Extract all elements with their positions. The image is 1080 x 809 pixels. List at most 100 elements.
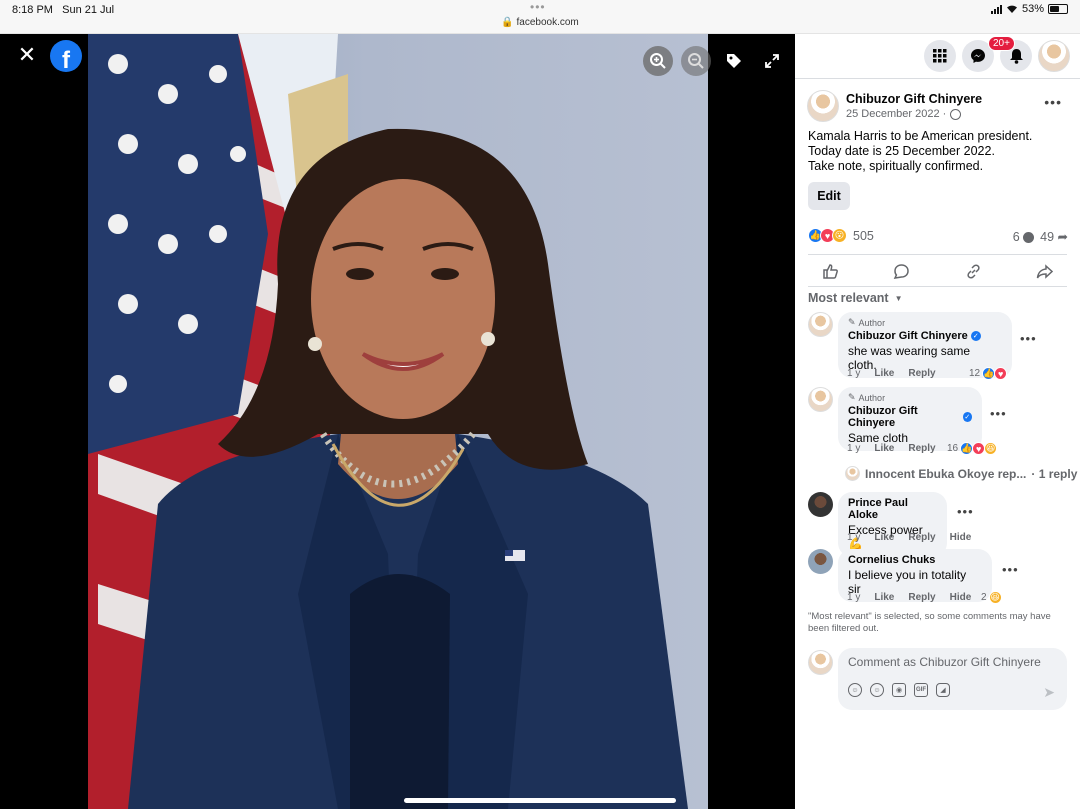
comment-bubble-icon bbox=[1023, 231, 1035, 243]
zoom-in-button[interactable] bbox=[643, 46, 673, 76]
profile-avatar[interactable] bbox=[1038, 40, 1070, 72]
reaction-count: 505 bbox=[853, 228, 874, 243]
tag-icon bbox=[727, 54, 741, 68]
comment-author[interactable]: Cornelius Chuks bbox=[848, 554, 982, 566]
zoom-out-icon bbox=[688, 53, 704, 69]
photo-viewer: ✕ f bbox=[0, 34, 795, 809]
comment-reply-button[interactable]: Reply bbox=[908, 592, 935, 603]
comment-reactions[interactable]: 16 👍 ♥ 😆 bbox=[947, 442, 998, 455]
comment-time: 1 y bbox=[847, 368, 861, 379]
comment-hide-button[interactable]: Hide bbox=[950, 592, 972, 603]
reply-avatar bbox=[845, 466, 860, 481]
post-actions bbox=[795, 256, 1080, 286]
comment-hide-button[interactable]: Hide bbox=[950, 532, 972, 543]
emoji-icon[interactable]: ☺ bbox=[870, 683, 884, 697]
comment-like-button[interactable]: Like bbox=[874, 532, 894, 543]
comment-like-button[interactable]: Like bbox=[874, 592, 894, 603]
messenger-icon bbox=[971, 49, 985, 63]
multitask-dots[interactable]: ••• bbox=[530, 0, 546, 14]
camera-icon[interactable]: ◉ bbox=[892, 683, 906, 697]
post-author-avatar[interactable] bbox=[807, 90, 839, 122]
menu-button[interactable] bbox=[924, 40, 956, 72]
notifications-button[interactable]: 20+ bbox=[988, 36, 1032, 72]
comment-avatar[interactable] bbox=[808, 312, 833, 337]
comment-reply-button[interactable]: Reply bbox=[908, 443, 935, 454]
comment-reactions[interactable]: 12 👍 ♥ bbox=[969, 367, 1008, 380]
post-text-line: Take note, spiritually confirmed. bbox=[808, 159, 984, 173]
comment-avatar[interactable] bbox=[808, 549, 833, 574]
comment-author[interactable]: Chibuzor Gift Chinyere ✓ bbox=[848, 330, 1002, 342]
comment-time: 1 y bbox=[847, 443, 861, 454]
stats-divider bbox=[808, 254, 1067, 255]
share-button[interactable] bbox=[1036, 263, 1053, 280]
fullscreen-button[interactable] bbox=[757, 46, 787, 76]
comment-avatar[interactable] bbox=[808, 387, 833, 412]
avatar-sticker-icon[interactable]: ☺ bbox=[848, 683, 862, 697]
comment-author[interactable]: Prince Paul Aloke bbox=[848, 497, 937, 521]
reaction-summary[interactable]: 👍 ♥ 😮 505 bbox=[808, 228, 874, 243]
menu-grid-icon bbox=[933, 49, 947, 63]
photo[interactable] bbox=[88, 34, 708, 809]
comment-meta: 1 y Like Reply bbox=[847, 368, 936, 379]
filter-note: "Most relevant" is selected, so some com… bbox=[808, 611, 1051, 634]
post-more-button[interactable]: ••• bbox=[1044, 94, 1062, 110]
comment-composer[interactable]: Comment as Chibuzor Gift Chinyere ☺ ☺ ◉ … bbox=[838, 648, 1067, 710]
comment-time: 1 y bbox=[847, 532, 861, 543]
actions-divider bbox=[808, 286, 1067, 287]
notifications-badge: 20+ bbox=[988, 36, 1015, 51]
share-count[interactable]: 49 ➦ bbox=[1040, 229, 1068, 244]
copy-link-button[interactable] bbox=[965, 263, 982, 280]
comment-more-button[interactable]: ••• bbox=[990, 406, 1007, 421]
status-time: 8:18 PM Sun 21 Jul bbox=[12, 4, 115, 16]
status-indicators: 53% bbox=[990, 3, 1068, 15]
wifi-icon bbox=[1006, 5, 1017, 13]
comment-reply-button[interactable]: Reply bbox=[908, 368, 935, 379]
comment-input[interactable]: Comment as Chibuzor Gift Chinyere bbox=[848, 655, 1041, 669]
facebook-logo[interactable]: f bbox=[50, 40, 82, 72]
comment-sort-dropdown[interactable]: Most relevant ▼ bbox=[808, 291, 903, 305]
portrait-illustration bbox=[88, 34, 688, 809]
close-viewer-button[interactable]: ✕ bbox=[12, 40, 42, 70]
edit-button[interactable]: Edit bbox=[808, 182, 850, 210]
gif-icon[interactable]: GIF bbox=[914, 683, 928, 697]
comment-avatar[interactable] bbox=[808, 492, 833, 517]
battery-percent: 53% bbox=[1021, 3, 1044, 15]
home-indicator[interactable] bbox=[404, 798, 676, 803]
post-text-line: Kamala Harris to be American president. bbox=[808, 129, 1033, 143]
composer-avatar[interactable] bbox=[808, 650, 833, 675]
post-stats: 6 49 ➦ bbox=[1013, 229, 1068, 245]
post-date[interactable]: 25 December 2022 · bbox=[846, 108, 962, 120]
header-icons: 20+ bbox=[924, 36, 1070, 72]
love-reaction-icon: ♥ bbox=[994, 367, 1008, 380]
post-author-name[interactable]: Chibuzor Gift Chinyere bbox=[846, 92, 982, 106]
comment-like-button[interactable]: Like bbox=[874, 443, 894, 454]
comment-more-button[interactable]: ••• bbox=[1020, 331, 1037, 346]
globe-icon bbox=[950, 108, 962, 120]
comment-meta: 1 y Like Reply Hide bbox=[847, 592, 971, 603]
sticker-icon[interactable]: ◢ bbox=[936, 683, 950, 697]
author-tag: ✎ Author bbox=[848, 317, 886, 328]
battery-icon bbox=[1048, 4, 1068, 14]
haha-reaction-icon: 😆 bbox=[988, 591, 1002, 604]
comment-author[interactable]: Chibuzor Gift Chinyere ✓ bbox=[848, 405, 972, 429]
send-icon[interactable]: ➤ bbox=[1043, 684, 1055, 701]
like-button[interactable] bbox=[822, 263, 839, 280]
comment-reply-button[interactable]: Reply bbox=[908, 532, 935, 543]
post-text: Kamala Harris to be American president. … bbox=[808, 129, 1032, 174]
zoom-out-button[interactable] bbox=[681, 46, 711, 76]
zoom-in-icon bbox=[650, 53, 666, 69]
comment-reactions[interactable]: 2 😆 bbox=[981, 591, 1002, 604]
fullscreen-icon bbox=[765, 54, 779, 68]
post-panel: 20+ Chibuzor Gift Chinyere 25 December 2… bbox=[795, 34, 1080, 809]
comment-like-button[interactable]: Like bbox=[874, 368, 894, 379]
url-text: facebook.com bbox=[516, 17, 579, 28]
comment-meta: 1 y Like Reply bbox=[847, 443, 936, 454]
url-bar[interactable]: 🔒 facebook.com bbox=[0, 17, 1080, 28]
comment-more-button[interactable]: ••• bbox=[1002, 562, 1019, 577]
lock-icon: 🔒 bbox=[501, 17, 514, 28]
comment-button[interactable] bbox=[893, 263, 910, 280]
comment-count[interactable]: 6 bbox=[1013, 230, 1035, 244]
tag-button[interactable] bbox=[719, 46, 749, 76]
view-replies-link[interactable]: Innocent Ebuka Okoye rep... · 1 reply bbox=[845, 466, 1077, 481]
comment-more-button[interactable]: ••• bbox=[957, 504, 974, 519]
